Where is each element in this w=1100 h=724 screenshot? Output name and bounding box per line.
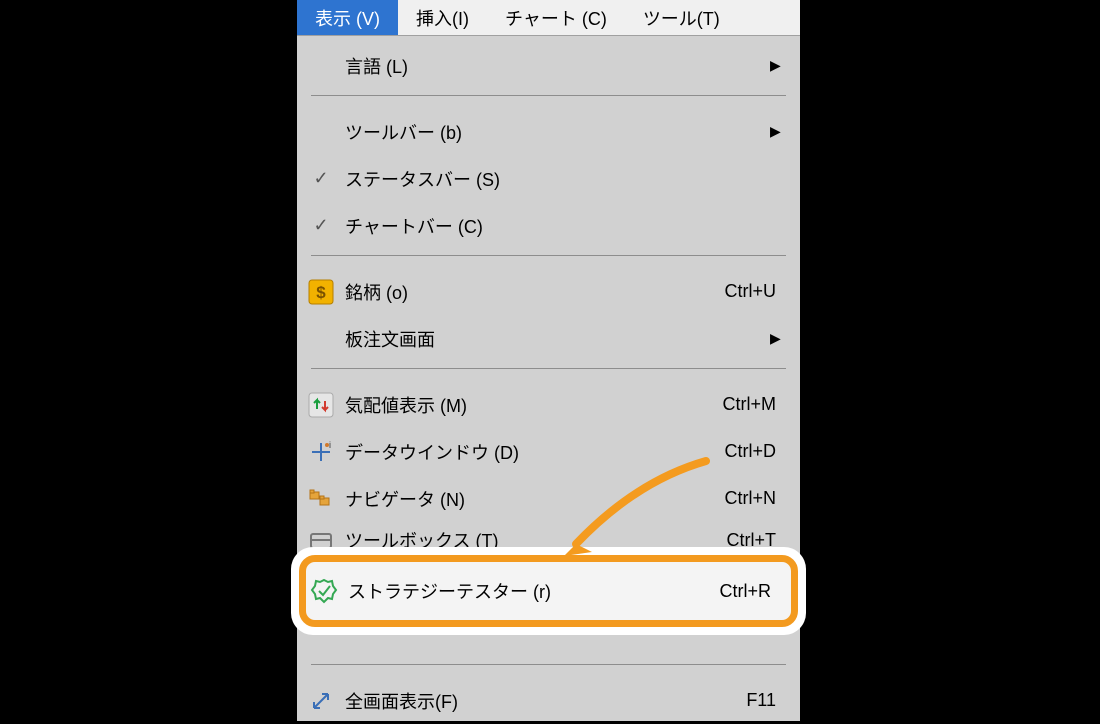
separator xyxy=(311,664,786,665)
menu-chart[interactable]: チャート (C) xyxy=(487,0,625,35)
label-datawindow: データウインドウ (D) xyxy=(345,439,724,465)
label-chartbar: チャートバー (C) xyxy=(345,213,780,239)
item-depth[interactable]: 板注文画面 ▶ xyxy=(297,315,800,362)
item-chartbar[interactable]: ✓ チャートバー (C) xyxy=(297,202,800,249)
item-fullscreen[interactable]: 全画面表示(F) F11 xyxy=(297,677,800,724)
shortcut-navigator: Ctrl+N xyxy=(724,488,780,509)
strategy-tester-icon xyxy=(306,577,342,605)
item-statusbar[interactable]: ✓ ステータスバー (S) xyxy=(297,155,800,202)
item-language[interactable]: 言語 (L) ▶ xyxy=(297,42,800,89)
item-datawindow[interactable]: i データウインドウ (D) Ctrl+D xyxy=(297,428,800,475)
navigator-icon xyxy=(297,486,345,512)
separator xyxy=(311,255,786,256)
label-symbols: 銘柄 (o) xyxy=(345,279,724,305)
datawindow-icon: i xyxy=(297,439,345,465)
fullscreen-icon xyxy=(297,688,345,714)
label-toolbars: ツールバー (b) xyxy=(345,119,770,145)
submenu-arrow-icon: ▶ xyxy=(770,330,780,347)
item-navigator[interactable]: ナビゲータ (N) Ctrl+N xyxy=(297,475,800,522)
svg-text:$: $ xyxy=(316,283,326,302)
check-icon: ✓ xyxy=(297,215,345,236)
menu-tools[interactable]: ツール(T) xyxy=(625,0,738,35)
menubar: 表示 (V) 挿入(I) チャート (C) ツール(T) xyxy=(297,0,800,35)
dollar-icon: $ xyxy=(297,279,345,305)
submenu-arrow-icon: ▶ xyxy=(770,57,780,74)
label-strategytester: ストラテジーテスター (r) xyxy=(342,578,719,604)
label-marketwatch: 気配値表示 (M) xyxy=(345,392,723,418)
shortcut-symbols: Ctrl+U xyxy=(724,281,780,302)
highlight-callout: ストラテジーテスター (r) Ctrl+R xyxy=(291,547,806,635)
shortcut-fullscreen: F11 xyxy=(746,690,780,711)
label-statusbar: ステータスバー (S) xyxy=(345,166,780,192)
item-marketwatch[interactable]: 気配値表示 (M) Ctrl+M xyxy=(297,381,800,428)
menu-view[interactable]: 表示 (V) xyxy=(297,0,398,35)
shortcut-datawindow: Ctrl+D xyxy=(724,441,780,462)
quotes-icon xyxy=(297,392,345,418)
label-language: 言語 (L) xyxy=(345,53,770,79)
check-icon: ✓ xyxy=(297,168,345,189)
label-navigator: ナビゲータ (N) xyxy=(345,486,724,512)
shortcut-marketwatch: Ctrl+M xyxy=(723,394,781,415)
label-depth: 板注文画面 xyxy=(345,326,770,352)
separator xyxy=(311,368,786,369)
svg-text:i: i xyxy=(329,440,331,450)
menu-insert[interactable]: 挿入(I) xyxy=(398,0,487,35)
separator xyxy=(311,95,786,96)
item-toolbars[interactable]: ツールバー (b) ▶ xyxy=(297,108,800,155)
item-strategytester[interactable]: ストラテジーテスター (r) Ctrl+R xyxy=(299,555,798,627)
item-symbols[interactable]: $ 銘柄 (o) Ctrl+U xyxy=(297,268,800,315)
shortcut-strategytester: Ctrl+R xyxy=(719,581,775,602)
submenu-arrow-icon: ▶ xyxy=(770,123,780,140)
label-fullscreen: 全画面表示(F) xyxy=(345,688,746,714)
